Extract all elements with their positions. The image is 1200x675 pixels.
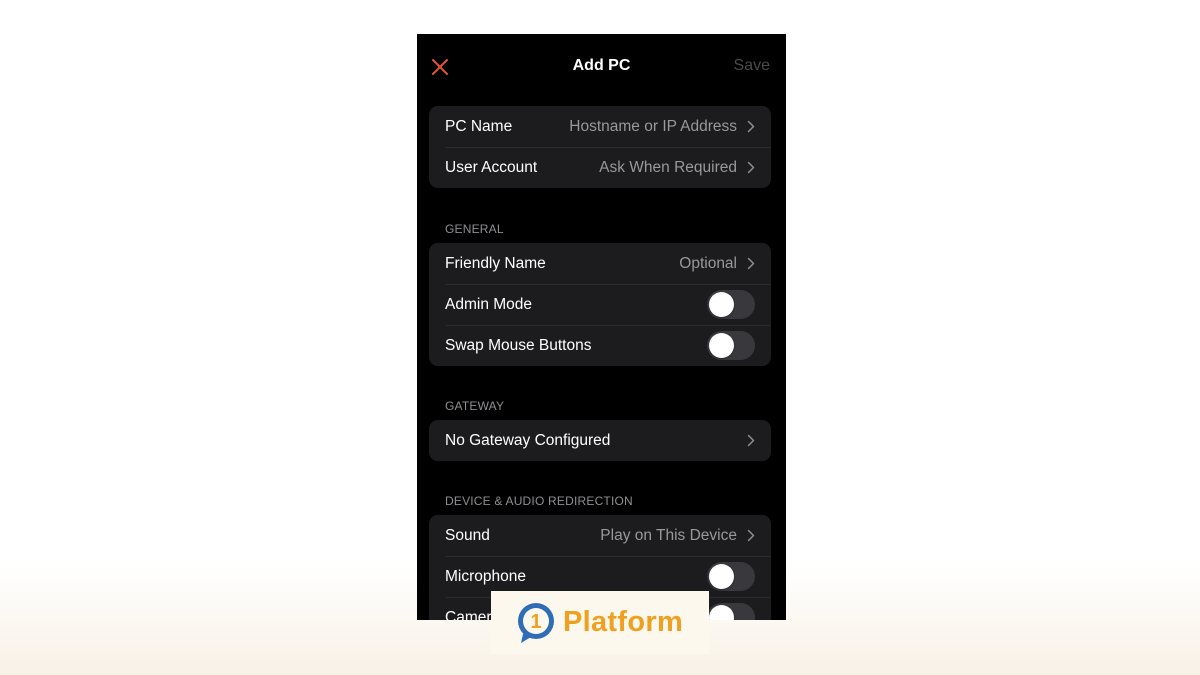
sound-row[interactable]: Sound Play on This Device: [429, 515, 771, 556]
chevron-right-icon: [747, 257, 755, 270]
toggle-knob: [709, 333, 734, 358]
toggle-knob: [709, 564, 734, 589]
device-audio-section-header: DEVICE & AUDIO REDIRECTION: [445, 494, 633, 508]
chevron-right-icon: [747, 120, 755, 133]
platform-logo-icon: 1: [518, 602, 554, 643]
add-pc-screen: Add PC Save PC Name Hostname or IP Addre…: [417, 34, 786, 620]
page-title: Add PC: [572, 57, 631, 74]
swap-mouse-toggle[interactable]: [707, 331, 755, 360]
chevron-right-icon: [747, 529, 755, 542]
logo-text: Platform: [563, 606, 684, 638]
sound-label: Sound: [445, 526, 490, 544]
logo-digit: 1: [530, 611, 541, 633]
gateway-section-header: GATEWAY: [445, 399, 505, 413]
sound-value: Play on This Device: [600, 526, 737, 544]
toggle-knob: [709, 605, 734, 620]
swap-mouse-label: Swap Mouse Buttons: [445, 336, 592, 354]
admin-mode-toggle[interactable]: [707, 290, 755, 319]
platform-logo: 1 Platform: [491, 591, 709, 654]
toggle-knob: [709, 292, 734, 317]
chevron-right-icon: [747, 434, 755, 447]
pc-name-label: PC Name: [445, 117, 513, 135]
gateway-label: No Gateway Configured: [445, 431, 611, 449]
connection-card: PC Name Hostname or IP Address User Acco…: [429, 106, 771, 188]
friendly-name-row[interactable]: Friendly Name Optional: [429, 243, 771, 284]
user-account-value: Ask When Required: [599, 158, 737, 176]
user-account-label: User Account: [445, 158, 538, 176]
friendly-name-label: Friendly Name: [445, 254, 546, 272]
microphone-label: Microphone: [445, 567, 526, 585]
pc-name-row[interactable]: PC Name Hostname or IP Address: [429, 106, 771, 147]
camera-toggle[interactable]: [707, 603, 755, 620]
pc-name-value: Hostname or IP Address: [569, 117, 737, 135]
admin-mode-label: Admin Mode: [445, 295, 533, 313]
chevron-right-icon: [747, 161, 755, 174]
microphone-toggle[interactable]: [707, 562, 755, 591]
admin-mode-row: Admin Mode: [429, 284, 771, 325]
general-section-header: GENERAL: [445, 222, 504, 236]
friendly-name-value: Optional: [679, 254, 737, 272]
navigation-bar: Add PC Save: [417, 34, 786, 98]
swap-mouse-row: Swap Mouse Buttons: [429, 325, 771, 366]
gateway-row[interactable]: No Gateway Configured: [429, 420, 771, 461]
general-card: Friendly Name Optional Admin Mode Swap M…: [429, 243, 771, 366]
save-button[interactable]: Save: [734, 56, 770, 76]
gateway-card: No Gateway Configured: [429, 420, 771, 461]
user-account-row[interactable]: User Account Ask When Required: [429, 147, 771, 188]
